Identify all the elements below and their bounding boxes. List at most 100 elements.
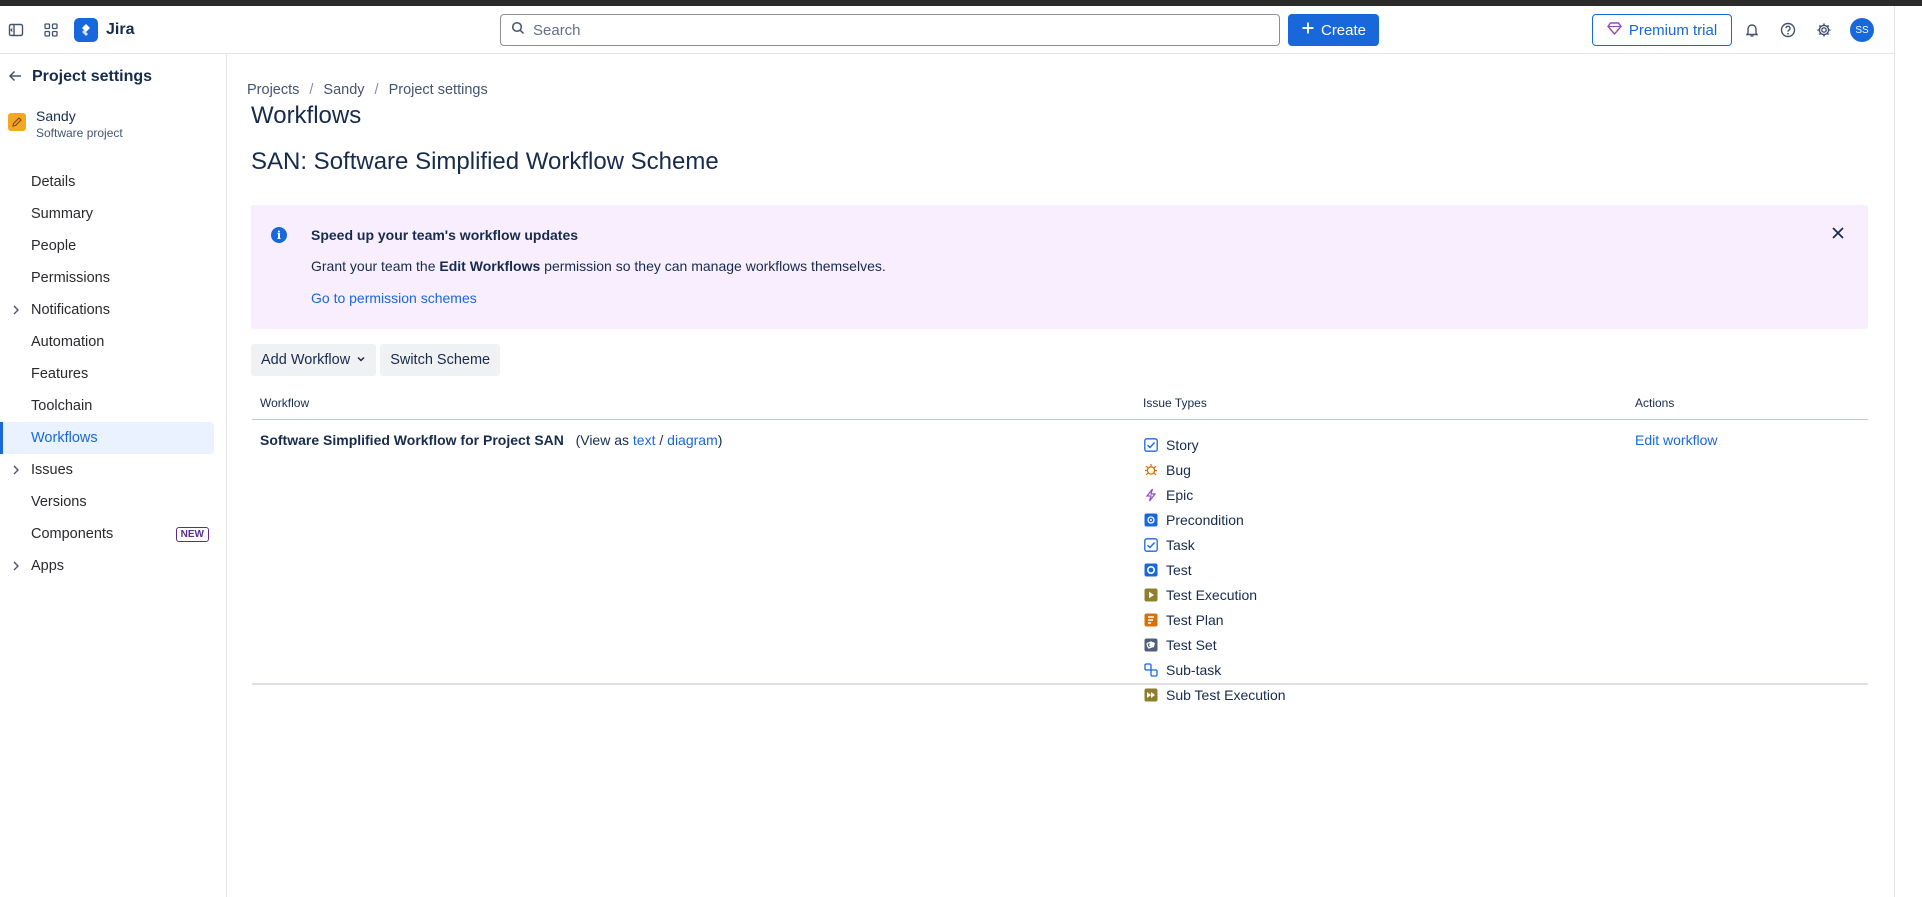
plus-icon <box>1301 21 1315 39</box>
help-icon[interactable] <box>1776 18 1800 42</box>
issue-type-item: Test <box>1143 557 1286 582</box>
toolbar: Add Workflow Switch Scheme <box>251 344 501 376</box>
breadcrumb-separator: / <box>309 82 314 98</box>
sidebar-item-label: Summary <box>31 206 94 222</box>
chevron-right-icon[interactable] <box>10 464 22 476</box>
sidebar-item-label: Issues <box>31 462 73 478</box>
sidebar-item-summary[interactable]: Summary <box>0 198 214 230</box>
sidebar-item-toolchain[interactable]: Toolchain <box>0 390 214 422</box>
banner-body: Grant your team the Edit Workflows permi… <box>311 258 886 274</box>
workflow-name-cell: Software Simplified Workflow for Project… <box>260 432 722 448</box>
column-header-workflow: Workflow <box>260 396 310 410</box>
task-icon <box>1143 537 1159 553</box>
sidebar-item-notifications[interactable]: Notifications <box>0 294 214 326</box>
search-input[interactable]: Search <box>500 14 1280 46</box>
sidebar-item-label: Automation <box>31 334 105 350</box>
breadcrumb-project-settings[interactable]: Project settings <box>389 82 488 98</box>
project-type: Software project <box>36 126 123 140</box>
sidebar-item-label: Apps <box>31 558 65 574</box>
notifications-icon[interactable] <box>1740 18 1764 42</box>
issue-type-item: Bug <box>1143 457 1286 482</box>
close-icon[interactable] <box>1828 223 1848 243</box>
issue-type-label: Task <box>1166 536 1195 553</box>
breadcrumb-project[interactable]: Sandy <box>323 82 364 98</box>
edit-workflow-link[interactable]: Edit workflow <box>1635 432 1717 448</box>
create-label: Create <box>1320 21 1367 39</box>
sidebar-item-people[interactable]: People <box>0 230 214 262</box>
sidebar-item-versions[interactable]: Versions <box>0 486 214 518</box>
breadcrumb-separator: / <box>374 82 379 98</box>
issue-type-label: Epic <box>1166 486 1194 503</box>
sidebar-item-components[interactable]: Components NEW <box>0 518 214 550</box>
settings-gear-icon[interactable] <box>1812 18 1836 42</box>
issue-type-label: Test Plan <box>1166 611 1224 628</box>
issue-type-item: Epic <box>1143 482 1286 507</box>
epic-icon <box>1143 487 1159 503</box>
column-header-actions: Actions <box>1635 396 1675 410</box>
user-avatar[interactable]: SS <box>1850 18 1874 42</box>
create-button[interactable]: Create <box>1288 14 1379 46</box>
subtask-icon <box>1143 662 1159 678</box>
sidebar-item-issues[interactable]: Issues <box>0 454 214 486</box>
test-icon <box>1143 562 1159 578</box>
breadcrumb: Projects / Sandy / Project settings <box>247 82 488 98</box>
add-workflow-button[interactable]: Add Workflow <box>251 344 377 376</box>
permission-schemes-link[interactable]: Go to permission schemes <box>311 290 477 306</box>
story-icon <box>1143 437 1159 453</box>
sidebar-item-features[interactable]: Features <box>0 358 214 390</box>
chevron-right-icon[interactable] <box>10 560 22 572</box>
issue-type-label: Story <box>1166 436 1199 453</box>
test-execution-icon <box>1143 587 1159 603</box>
issue-types-list: Story Bug Epic Precondition Task Test Te… <box>1143 432 1286 707</box>
issue-type-label: Test Execution <box>1166 586 1258 603</box>
sidebar-item-label: Details <box>31 174 76 190</box>
test-plan-icon <box>1143 612 1159 628</box>
jira-logo-icon <box>74 18 98 42</box>
switch-scheme-label: Switch Scheme <box>390 352 491 368</box>
table-header-divider <box>252 419 1868 420</box>
add-workflow-label: Add Workflow <box>261 352 351 368</box>
view-as-diagram-link[interactable]: diagram <box>667 432 718 448</box>
issue-type-label: Test <box>1166 561 1192 578</box>
view-as-separator: / <box>655 432 668 448</box>
gem-icon <box>1606 21 1622 39</box>
issue-type-item: Task <box>1143 532 1286 557</box>
back-to-project[interactable]: Project settings <box>8 68 152 86</box>
breadcrumb-projects[interactable]: Projects <box>247 82 299 98</box>
info-banner: i Speed up your team's workflow updates … <box>251 205 1868 329</box>
issue-type-label: Sub-task <box>1166 661 1222 678</box>
banner-body-suffix: permission so they can manage workflows … <box>540 258 886 274</box>
precondition-icon <box>1143 512 1159 528</box>
sidebar-item-label: Versions <box>31 494 87 510</box>
issue-type-item: Story <box>1143 432 1286 457</box>
sidebar-item-details[interactable]: Details <box>0 166 214 198</box>
switch-scheme-button[interactable]: Switch Scheme <box>380 344 501 376</box>
issue-type-label: Bug <box>1166 461 1191 478</box>
page-scroll-gutter <box>1894 6 1922 897</box>
sub-test-execution-icon <box>1143 687 1159 703</box>
page-title: Workflows <box>251 102 362 129</box>
sidebar-item-apps[interactable]: Apps <box>0 550 214 582</box>
new-badge: NEW <box>175 527 209 542</box>
premium-trial-button[interactable]: Premium trial <box>1592 14 1732 46</box>
sidebar-title: Project settings <box>32 68 153 85</box>
column-header-issue-types: Issue Types <box>1143 396 1207 410</box>
sidebar-item-automation[interactable]: Automation <box>0 326 214 358</box>
jira-logo[interactable]: Jira <box>74 18 134 42</box>
workflow-name: Software Simplified Workflow for Project… <box>260 432 564 448</box>
chevron-right-icon[interactable] <box>10 304 22 316</box>
search-placeholder: Search <box>533 21 581 39</box>
table-row-divider <box>252 683 1868 685</box>
sidebar-item-label: Components <box>31 526 114 542</box>
app-switcher-icon[interactable] <box>39 18 63 42</box>
sidebar-item-permissions[interactable]: Permissions <box>0 262 214 294</box>
top-navigation: Jira Search Create Premium trial SS <box>0 6 1894 54</box>
issue-type-item: Sub Test Execution <box>1143 682 1286 707</box>
sidebar-nav: Details Summary People Permissions Notif… <box>0 166 214 582</box>
issue-type-item: Test Plan <box>1143 607 1286 632</box>
view-as-text-link[interactable]: text <box>633 432 656 448</box>
sidebar-toggle-icon[interactable] <box>4 18 28 42</box>
sidebar-item-workflows[interactable]: Workflows <box>0 422 214 454</box>
project-name: Sandy <box>36 108 76 124</box>
main-content: Projects / Sandy / Project settings Work… <box>227 54 1894 897</box>
